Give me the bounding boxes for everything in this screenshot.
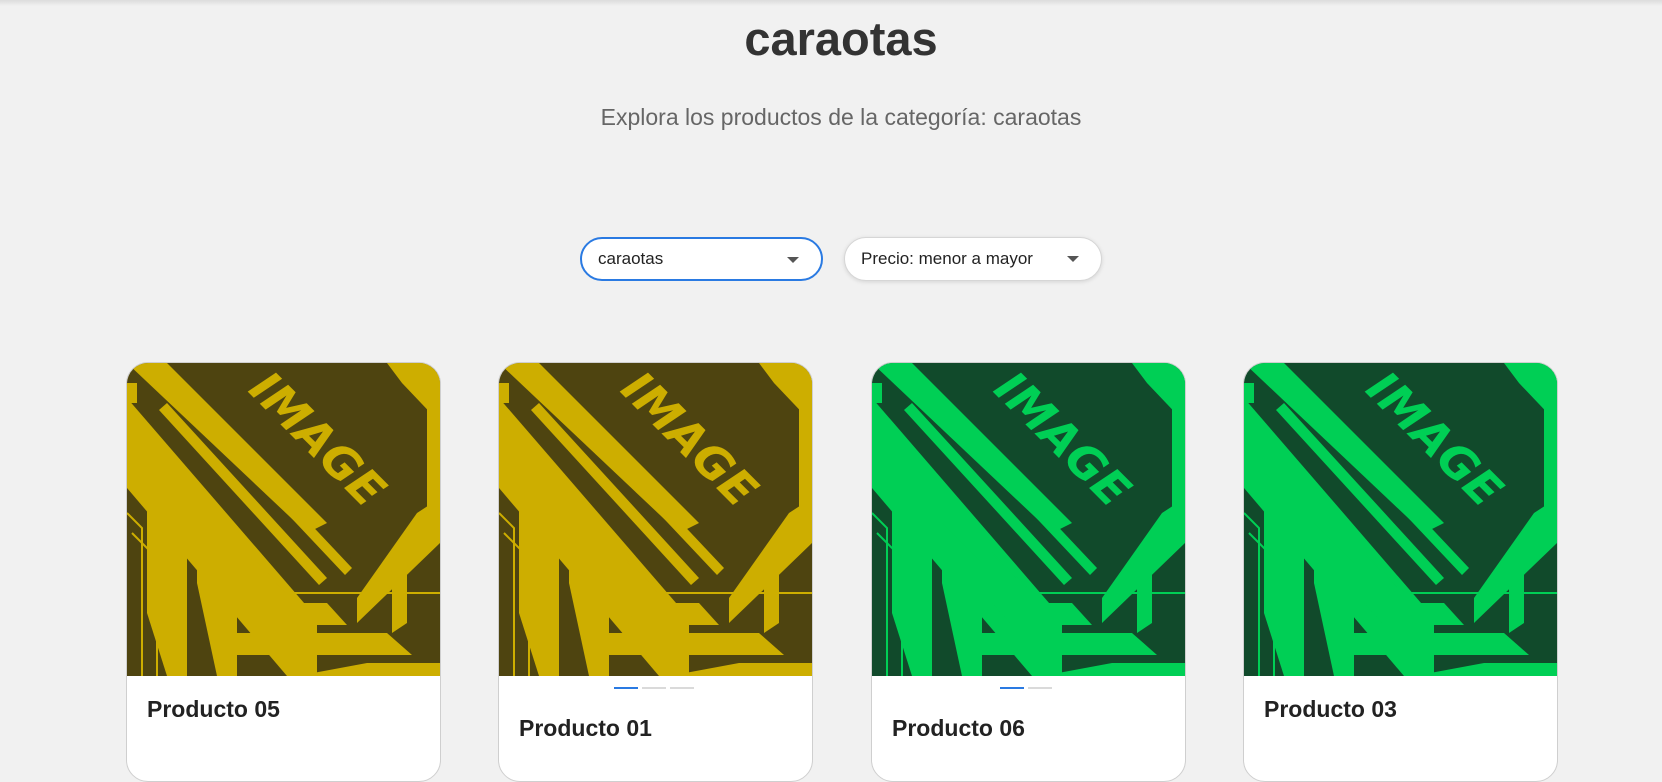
placeholder-artwork: IMAGE <box>499 363 812 676</box>
carousel-dot[interactable] <box>614 687 638 689</box>
product-name[interactable]: Producto 01 <box>519 715 652 742</box>
product-card[interactable]: IMAGE Producto 01 <box>498 362 813 782</box>
carousel-dot[interactable] <box>642 687 666 689</box>
product-card[interactable]: IMAGE Producto 03 <box>1243 362 1558 782</box>
product-name[interactable]: Producto 05 <box>147 696 280 723</box>
product-name[interactable]: Producto 03 <box>1264 696 1397 723</box>
product-image[interactable]: IMAGE <box>1244 363 1557 676</box>
chevron-down-icon <box>787 257 799 263</box>
product-image[interactable]: IMAGE <box>872 363 1185 676</box>
placeholder-artwork: IMAGE <box>1244 363 1557 676</box>
carousel-indicator <box>1000 687 1052 689</box>
product-image[interactable]: IMAGE <box>499 363 812 676</box>
header-shadow <box>0 0 1662 6</box>
carousel-dot[interactable] <box>1028 687 1052 689</box>
placeholder-artwork: IMAGE <box>872 363 1185 676</box>
chevron-down-icon <box>1067 256 1079 262</box>
category-select-value: caraotas <box>598 249 664 268</box>
sort-select[interactable]: Precio: menor a mayor <box>844 237 1102 281</box>
sort-select-value: Precio: menor a mayor <box>861 249 1033 268</box>
product-image[interactable]: IMAGE <box>127 363 440 676</box>
category-select[interactable]: caraotas <box>580 237 823 281</box>
product-card[interactable]: IMAGE Producto 06 <box>871 362 1186 782</box>
product-name[interactable]: Producto 06 <box>892 715 1025 742</box>
carousel-indicator <box>614 687 694 689</box>
product-card[interactable]: IMAGE Producto 05 <box>126 362 441 782</box>
placeholder-artwork: IMAGE <box>127 363 440 676</box>
page-subtitle: Explora los productos de la categoría: c… <box>600 104 1082 130</box>
carousel-dot[interactable] <box>670 687 694 689</box>
carousel-dot[interactable] <box>1000 687 1024 689</box>
page-title: caraotas <box>744 12 938 65</box>
